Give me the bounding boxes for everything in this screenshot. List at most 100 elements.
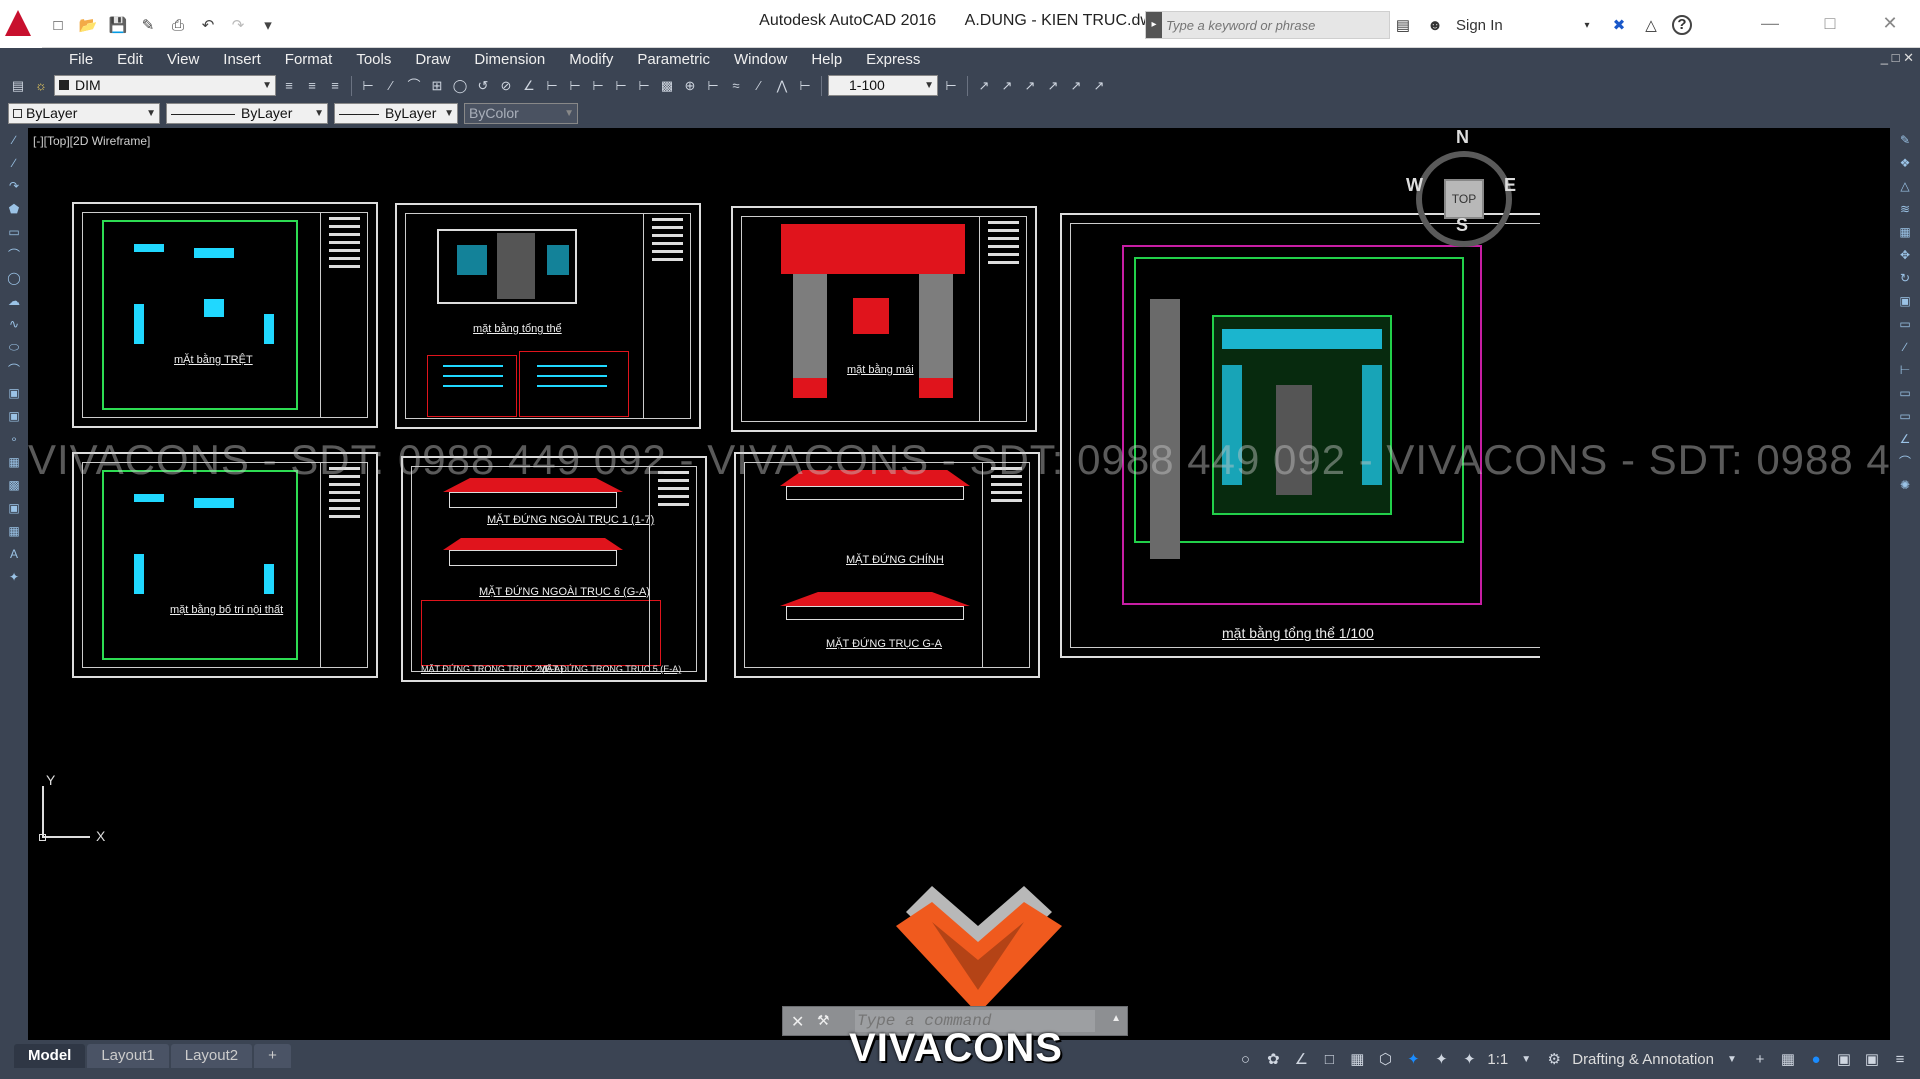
menu-item-file[interactable]: File	[57, 48, 105, 72]
tolerance-icon[interactable]: ▩	[657, 76, 677, 96]
menu-item-modify[interactable]: Modify	[557, 48, 625, 72]
gradient-icon[interactable]: ▩	[2, 474, 26, 496]
join-icon[interactable]: ▭	[1893, 405, 1917, 427]
menu-item-window[interactable]: Window	[722, 48, 799, 72]
line-icon[interactable]: ∕	[2, 129, 26, 151]
previous-layer-icon[interactable]: ≡	[325, 76, 345, 96]
space-icon[interactable]: ⊢	[611, 76, 631, 96]
polygon-icon[interactable]: ⬟	[2, 198, 26, 220]
color-dropdown[interactable]: ByLayer ▼	[8, 103, 160, 124]
menu-item-insert[interactable]: Insert	[211, 48, 273, 72]
add-selected-icon[interactable]: ✦	[2, 566, 26, 588]
viewport-controls[interactable]: [-][Top][2D Wireframe]	[33, 134, 150, 148]
add-layout-button[interactable]: +	[254, 1044, 291, 1068]
customize-icon[interactable]: ≡	[1890, 1051, 1910, 1068]
extend-icon[interactable]: ⊢	[1893, 359, 1917, 381]
jogged-icon[interactable]: ↺	[473, 76, 493, 96]
chamfer-icon[interactable]: ∠	[1893, 428, 1917, 450]
help-icon[interactable]: ?	[1672, 15, 1692, 35]
binoculars-icon[interactable]: ▤	[1392, 16, 1414, 34]
tab-layout1[interactable]: Layout1	[87, 1044, 169, 1068]
arc-icon[interactable]: ⌒	[2, 244, 26, 266]
clean-screen-icon[interactable]: ▣	[1862, 1050, 1882, 1068]
make-block-icon[interactable]: ▣	[2, 405, 26, 427]
chevron-down-icon[interactable]: ▼	[1516, 1054, 1536, 1065]
viewcube-top-face[interactable]: TOP	[1444, 179, 1484, 219]
ellipse-icon[interactable]: ⬭	[2, 336, 26, 358]
rotate-icon[interactable]: ↻	[1893, 267, 1917, 289]
autoscale-icon[interactable]: ✦	[1431, 1050, 1451, 1068]
compass-west[interactable]: W	[1406, 175, 1423, 196]
ml-add-icon[interactable]: ↗	[997, 76, 1017, 96]
fillet-icon[interactable]: ⌒	[1893, 451, 1917, 473]
hatch-icon[interactable]: ▦	[2, 451, 26, 473]
workspace-switch[interactable]: Drafting & Annotation	[1572, 1051, 1714, 1068]
region-icon[interactable]: ▣	[2, 497, 26, 519]
radius-icon[interactable]: ◯	[450, 76, 470, 96]
make-current-icon[interactable]: ≡	[279, 76, 299, 96]
3d-osnap-icon[interactable]: ⬡	[1375, 1050, 1395, 1068]
ordinate-icon[interactable]: ⊞	[427, 76, 447, 96]
lineweight-icon[interactable]: ▦	[1347, 1050, 1367, 1068]
menu-item-dimension[interactable]: Dimension	[462, 48, 557, 72]
annotation-scale-value[interactable]: 1:1	[1487, 1051, 1508, 1068]
polyline-icon[interactable]: ↷	[2, 175, 26, 197]
annotation-monitor-icon[interactable]: ○	[1235, 1051, 1255, 1068]
a360-icon[interactable]: △	[1640, 16, 1662, 34]
gear-icon[interactable]: ⚙	[1544, 1050, 1564, 1068]
close-icon[interactable]: ✕	[1860, 8, 1920, 38]
explode-icon[interactable]: ✺	[1893, 474, 1917, 496]
linear-dim-icon[interactable]: ⊢	[358, 76, 378, 96]
annotation-scale-icon[interactable]: ✦	[1459, 1050, 1479, 1068]
update-icon[interactable]: ⊢	[795, 76, 815, 96]
tab-model[interactable]: Model	[14, 1044, 86, 1068]
chevron-up-icon[interactable]: ▲	[1111, 1013, 1121, 1024]
move-icon[interactable]: ✥	[1893, 244, 1917, 266]
edit-dim-icon[interactable]: ∕	[749, 76, 769, 96]
trim-icon[interactable]: ∕	[1893, 336, 1917, 358]
insert-block-icon[interactable]: ▣	[2, 382, 26, 404]
break-icon[interactable]: ▭	[1893, 382, 1917, 404]
angular-icon[interactable]: ∠	[519, 76, 539, 96]
point-icon[interactable]: ∘	[2, 428, 26, 450]
menu-item-view[interactable]: View	[155, 48, 211, 72]
center-mark-icon[interactable]: ⊕	[680, 76, 700, 96]
hardware-accel-icon[interactable]: ▣	[1834, 1050, 1854, 1068]
ellipse-arc-icon[interactable]: ⌒	[2, 359, 26, 381]
tab-layout2[interactable]: Layout2	[170, 1044, 253, 1068]
inspection-icon[interactable]: ⊢	[703, 76, 723, 96]
jogged-linear-icon[interactable]: ≈	[726, 76, 746, 96]
array-icon[interactable]: ▦	[1893, 221, 1917, 243]
search-input[interactable]	[1164, 14, 1364, 36]
erase-icon[interactable]: ✎	[1893, 129, 1917, 151]
ml-collect-icon[interactable]: ↗	[1066, 76, 1086, 96]
break-icon[interactable]: ⊢	[634, 76, 654, 96]
linetype-dropdown[interactable]: ByLayer ▼	[166, 103, 328, 124]
menu-item-tools[interactable]: Tools	[344, 48, 403, 72]
minimize-icon[interactable]: —	[1740, 8, 1800, 38]
aligned-dim-icon[interactable]: ∕	[381, 76, 401, 96]
dim-style-icon[interactable]: ⊢	[941, 76, 961, 96]
add-icon[interactable]: +	[1750, 1051, 1770, 1068]
arc-length-icon[interactable]: ⌒	[404, 76, 424, 96]
baseline-icon[interactable]: ⊢	[565, 76, 585, 96]
osnap-icon[interactable]: □	[1319, 1051, 1339, 1068]
units-icon[interactable]: ▦	[1778, 1050, 1798, 1068]
scale-icon[interactable]: ▣	[1893, 290, 1917, 312]
spline-icon[interactable]: ∿	[2, 313, 26, 335]
layer-dropdown[interactable]: DIM ▼	[54, 75, 276, 96]
model-space-viewport[interactable]: [-][Top][2D Wireframe] mẶt bằng TRỆT mặt…	[28, 128, 1890, 1040]
chevron-down-icon[interactable]: ▾	[1576, 20, 1598, 31]
compass-south[interactable]: S	[1456, 215, 1468, 236]
menu-item-format[interactable]: Format	[273, 48, 345, 72]
isolate-icon[interactable]: ●	[1806, 1051, 1826, 1068]
ml-align-icon[interactable]: ↗	[1043, 76, 1063, 96]
annotation-visibility-icon[interactable]: ✦	[1403, 1050, 1423, 1068]
edit-text-icon[interactable]: ⋀	[772, 76, 792, 96]
chevron-down-icon[interactable]: ▼	[1722, 1054, 1742, 1065]
multileader-icon[interactable]: ↗	[974, 76, 994, 96]
viewcube[interactable]: TOP N S E W	[1406, 128, 1518, 247]
sign-in-button[interactable]: Sign In	[1456, 17, 1566, 34]
exchange-icon[interactable]: ✖	[1608, 16, 1630, 34]
mtext-icon[interactable]: A	[2, 543, 26, 565]
